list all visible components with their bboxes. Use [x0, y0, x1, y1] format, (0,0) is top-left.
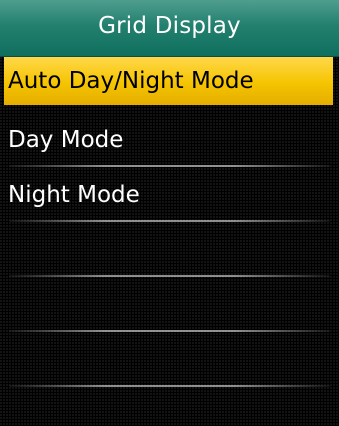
menu-item-label: Auto Day/Night Mode — [8, 68, 254, 94]
menu-item-label: Night Mode — [8, 181, 140, 208]
menu-item-night-mode[interactable]: Night Mode — [0, 167, 339, 222]
menu-item-day-mode[interactable]: Day Mode — [0, 112, 339, 167]
menu-item-auto-day-night-mode[interactable]: Auto Day/Night Mode — [4, 57, 333, 105]
empty-menu-row — [0, 387, 339, 426]
screen-title: Grid Display — [98, 13, 241, 39]
empty-menu-row — [0, 222, 339, 277]
empty-menu-row — [0, 277, 339, 332]
menu-item-label: Day Mode — [8, 126, 124, 153]
empty-menu-row — [0, 332, 339, 387]
grid-display-menu: Auto Day/Night Mode Day Mode Night Mode — [0, 57, 339, 426]
screen-header: Grid Display — [0, 0, 339, 57]
device-screen: Grid Display Auto Day/Night Mode Day Mod… — [0, 0, 339, 426]
